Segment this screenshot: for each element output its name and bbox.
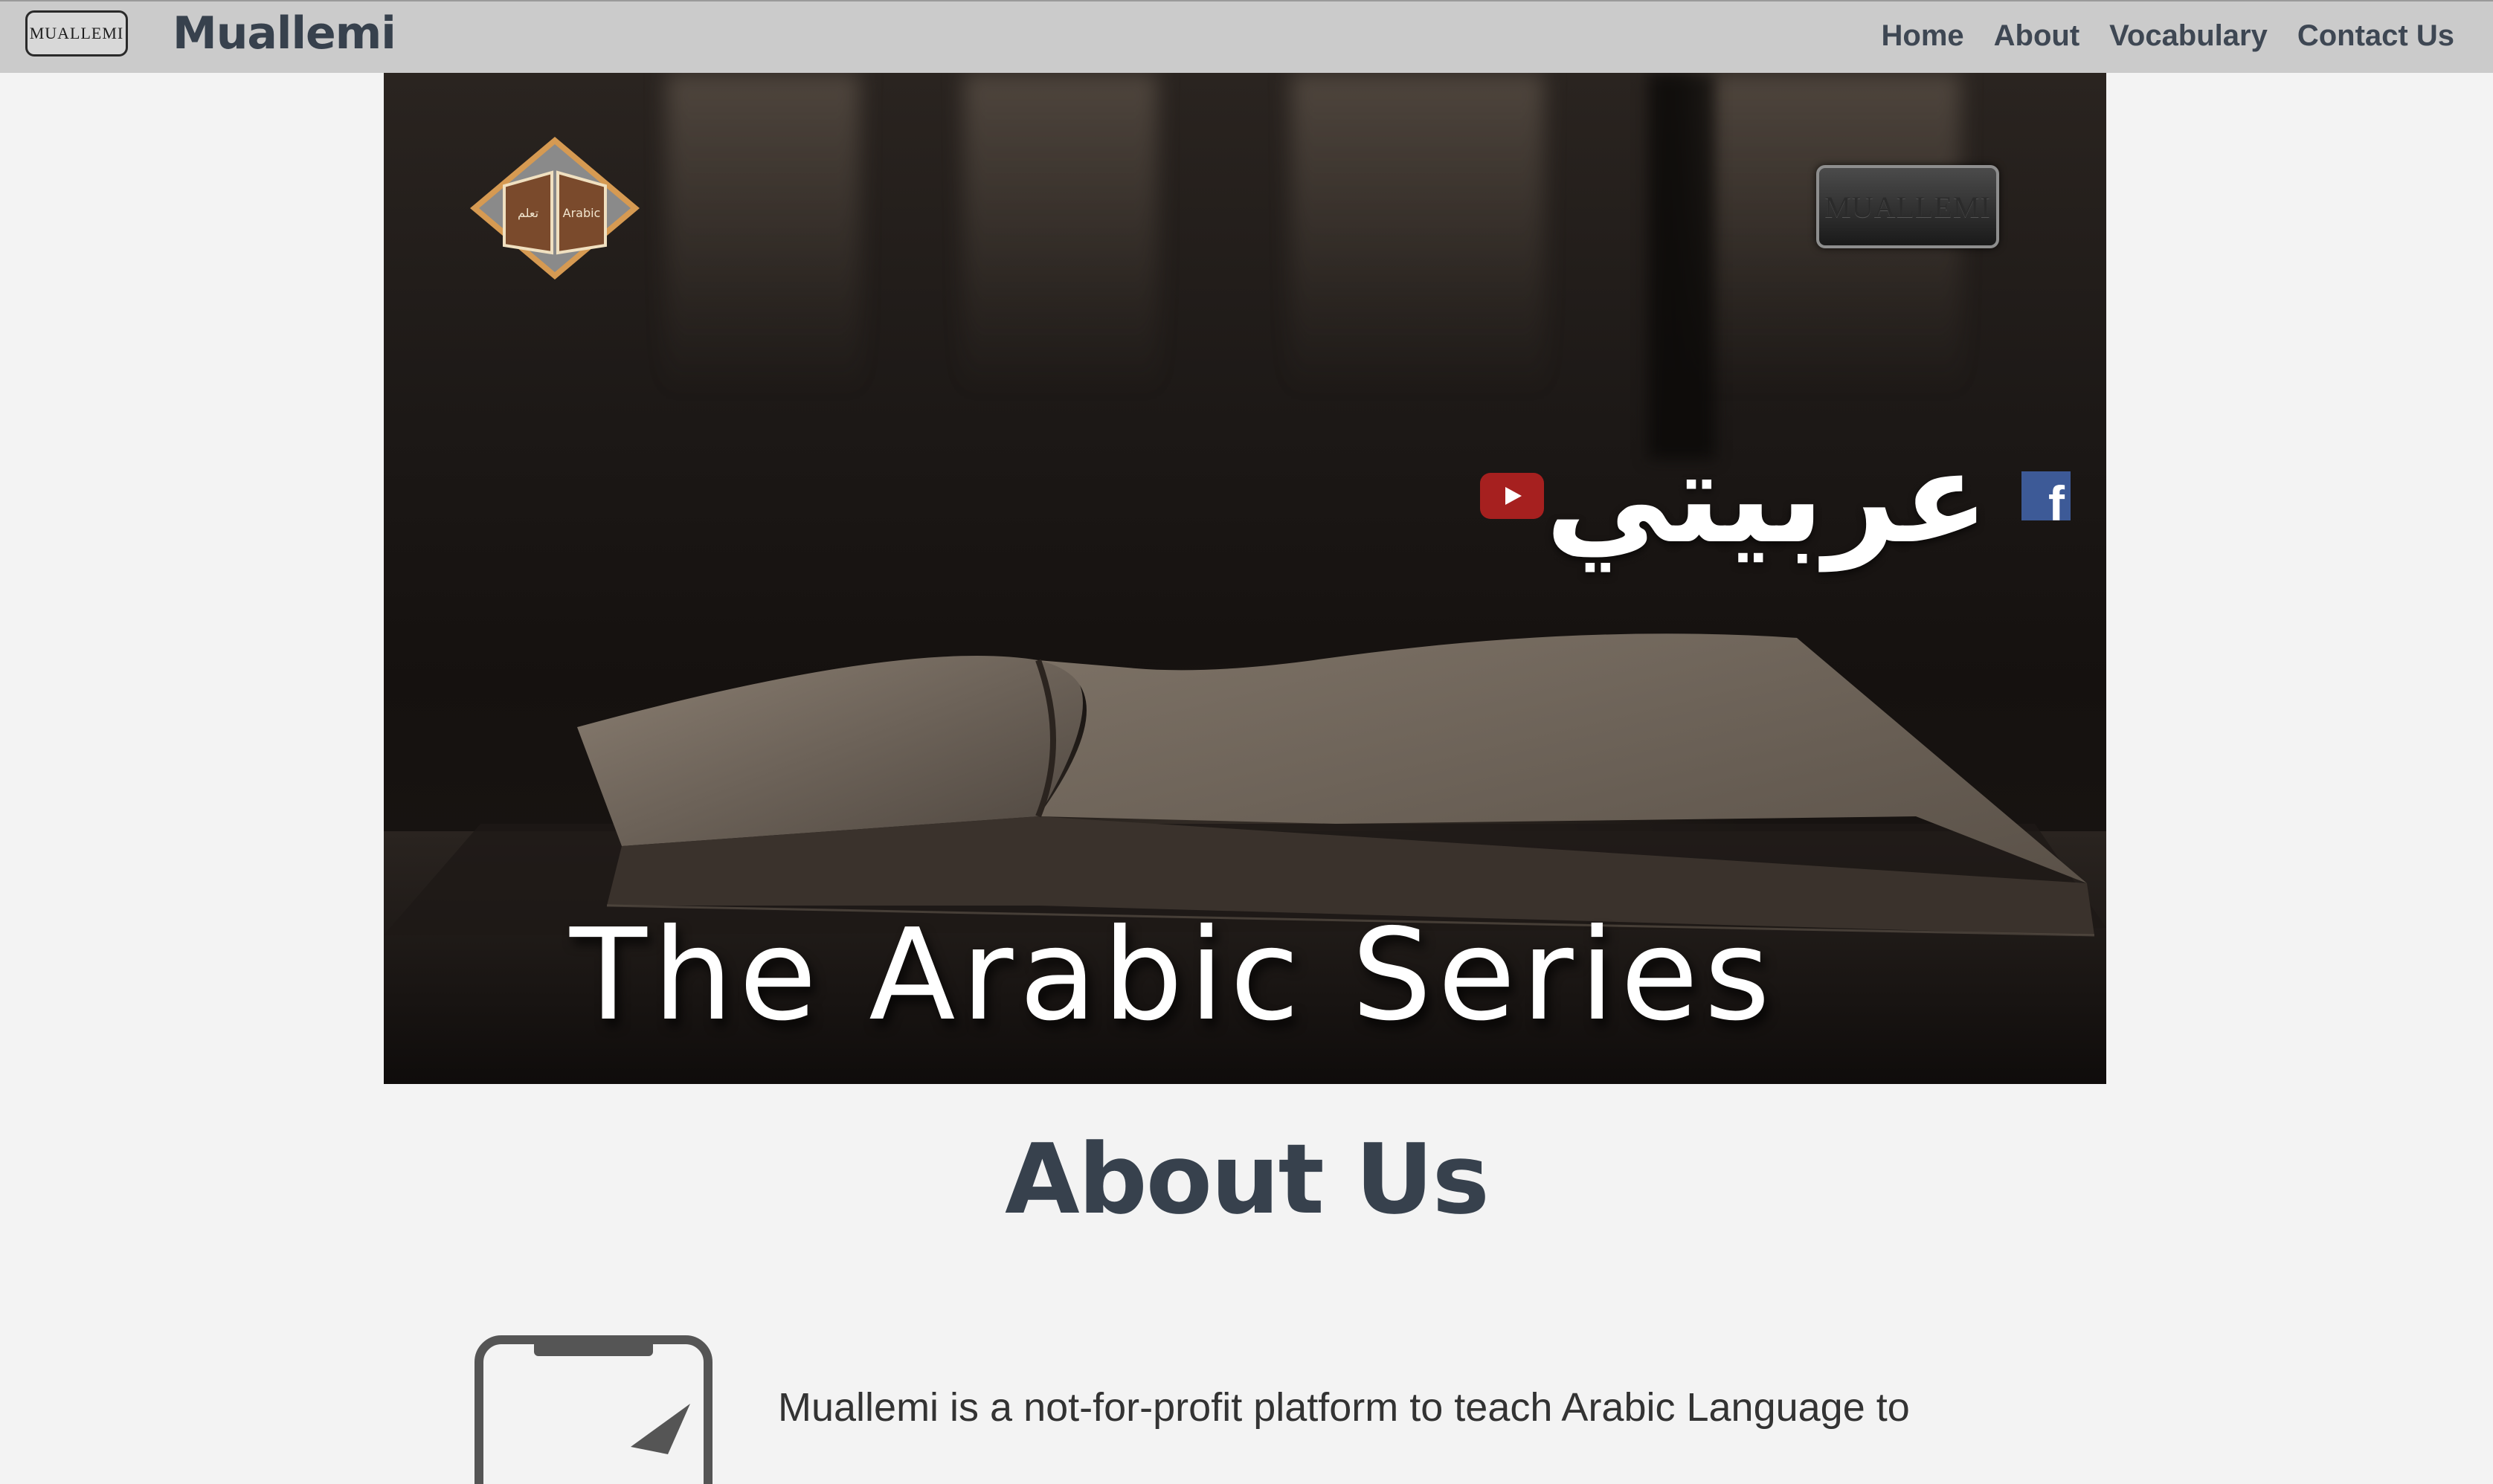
brand-name[interactable]: Muallemi [173, 7, 396, 59]
svg-text:تعلم: تعلم [518, 206, 538, 220]
about-heading: About Us [1005, 1123, 1490, 1236]
hero-banner: تعلم Arabic MUALLEMI عربيتي f The Arabic… [384, 73, 2106, 1084]
logo[interactable]: MUALLEMI [25, 10, 128, 57]
facebook-icon[interactable]: f [2021, 471, 2071, 520]
nav-link-vocabulary[interactable]: Vocabulary [2109, 19, 2268, 53]
hero-title: The Arabic Series [570, 902, 1777, 1049]
logo-text: MUALLEMI [29, 24, 124, 42]
nav-link-about[interactable]: About [1994, 19, 2080, 53]
hero-logo-plate: MUALLEMI [1816, 165, 1999, 248]
svg-text:Arabic: Arabic [563, 206, 601, 220]
hero-arabic-title: عربيتي [1545, 425, 1989, 572]
nav-link-contact-us[interactable]: Contact Us [2297, 19, 2454, 53]
nav-link-home[interactable]: Home [1882, 19, 1964, 53]
about-intro-text: Muallemi is a not-for-profit platform to… [778, 1385, 1910, 1430]
book-badge-icon: تعلم Arabic [470, 137, 640, 280]
nav-links: Home About Vocabulary Contact Us [1882, 19, 2454, 53]
phone-icon [475, 1335, 712, 1484]
navbar: MUALLEMI Muallemi Home About Vocabulary … [0, 0, 2493, 73]
hero-logo-plate-text: MUALLEMI [1824, 190, 1991, 224]
